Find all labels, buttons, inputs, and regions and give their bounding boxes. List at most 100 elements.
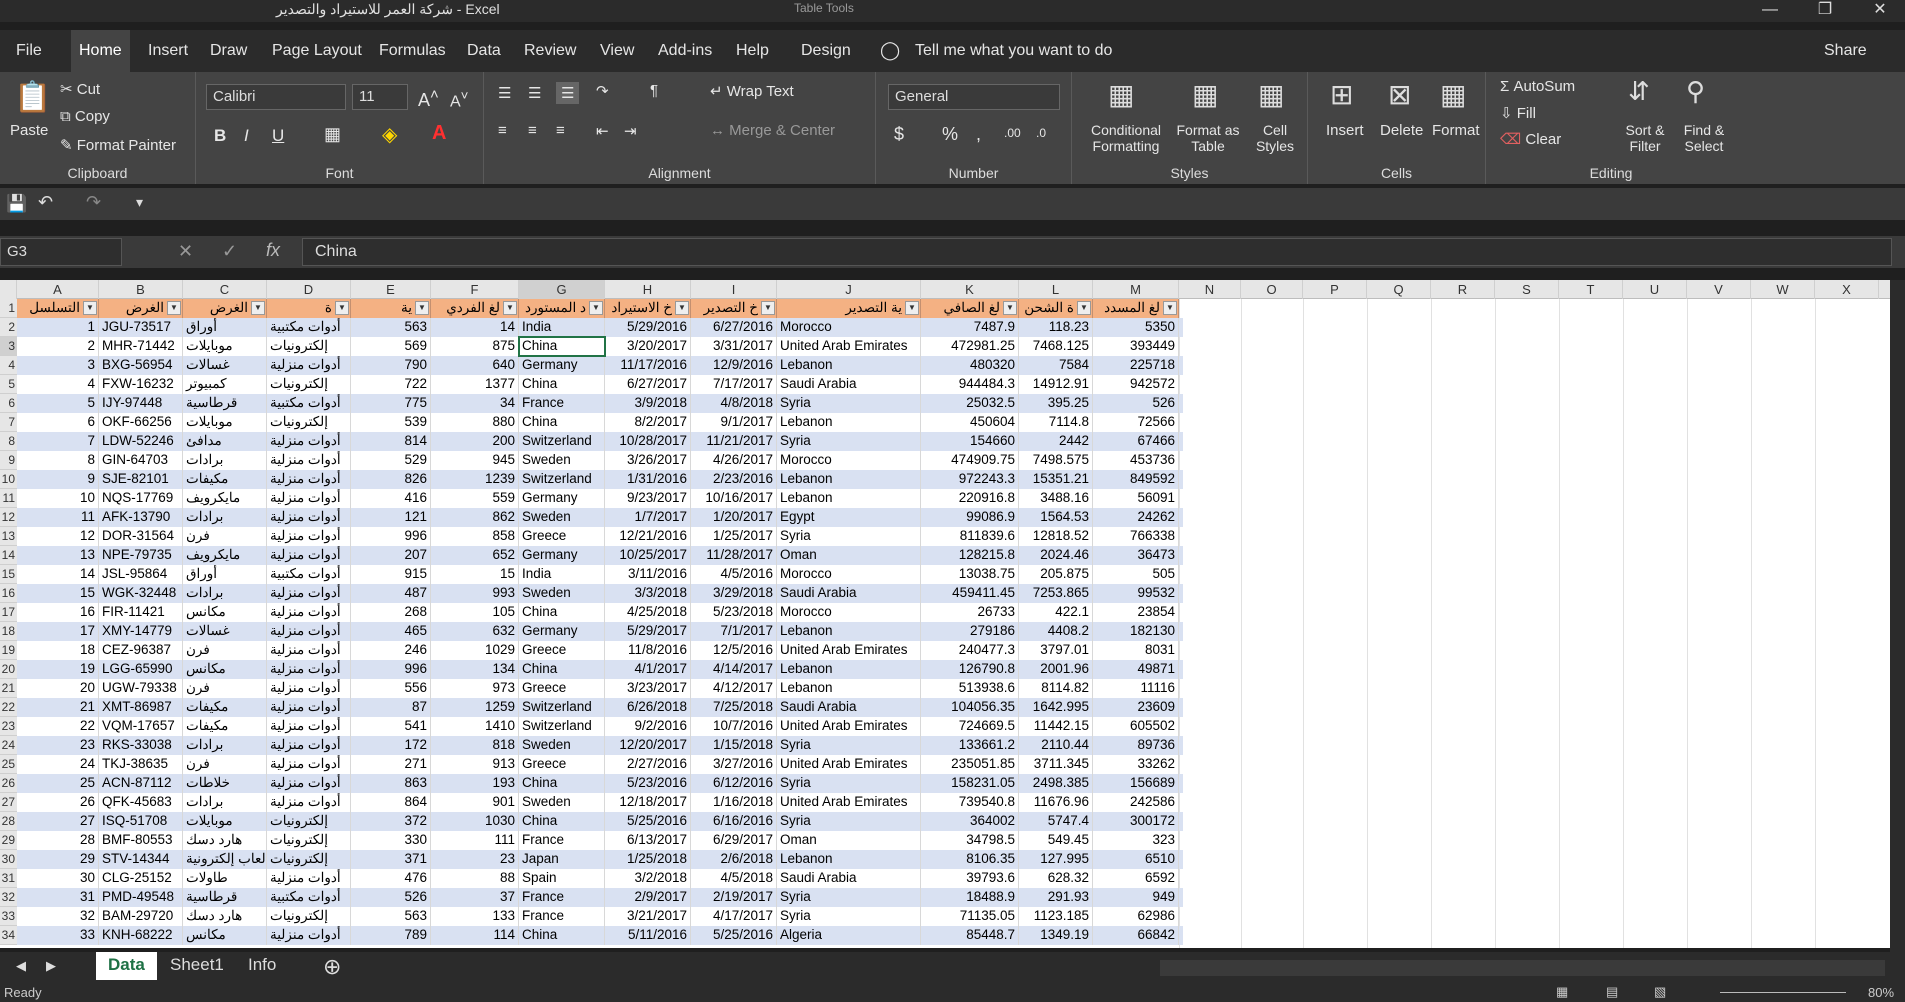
table-cell[interactable]: 1259 [431,698,519,717]
italic-button[interactable]: I [244,126,249,146]
redo-icon[interactable]: ↷ [86,192,101,213]
menu-insert[interactable]: Insert [140,30,196,72]
table-cell[interactable]: أدوات منزلية [267,470,351,489]
table-cell[interactable]: 563 [351,907,431,926]
filter-dropdown-icon[interactable]: ▼ [589,301,603,315]
table-cell[interactable]: 62986 [1093,907,1179,926]
bold-button[interactable]: B [214,126,226,146]
table-cell[interactable]: WGK-32448 [99,584,183,603]
table-cell[interactable]: 24262 [1093,508,1179,527]
table-cell[interactable]: 11/17/2016 [605,356,691,375]
column-header[interactable]: K [921,280,1019,299]
table-cell[interactable]: 9/1/2017 [691,413,777,432]
menu-help[interactable]: Help [728,30,777,72]
table-cell[interactable]: 24 [17,755,99,774]
underline-button[interactable]: U [272,126,284,146]
table-cell[interactable]: إلكترونيات [267,907,351,926]
table-cell[interactable]: 67466 [1093,432,1179,451]
row-header[interactable]: 19 [0,641,17,660]
table-cell[interactable]: RKS-33038 [99,736,183,755]
table-cell[interactable]: Lebanon [777,850,921,869]
sort-filter-button[interactable]: Sort & Filter [1618,122,1672,154]
filter-dropdown-icon[interactable]: ▼ [675,301,689,315]
table-cell[interactable]: غسالات [183,622,267,641]
table-header-cell[interactable]: التسلسل ▼ [17,299,99,318]
table-cell[interactable]: 395.25 [1019,394,1093,413]
row-header[interactable]: 13 [0,527,17,546]
table-cell[interactable]: 7468.125 [1019,337,1093,356]
column-header[interactable]: U [1623,280,1687,299]
table-cell[interactable]: كمبيوتر [183,375,267,394]
table-header-cell[interactable]: لغ الصافي ▼ [921,299,1019,318]
table-cell[interactable]: 6/27/2016 [691,318,777,337]
table-cell[interactable]: PMD-49548 [99,888,183,907]
font-color-icon[interactable]: A [432,122,446,145]
table-cell[interactable]: 569 [351,337,431,356]
horizontal-scrollbar[interactable] [1160,960,1885,976]
table-cell[interactable]: 632 [431,622,519,641]
table-cell[interactable]: Sweden [519,508,605,527]
table-cell[interactable]: 3/31/2017 [691,337,777,356]
table-cell[interactable]: 49871 [1093,660,1179,679]
table-cell[interactable]: 33262 [1093,755,1179,774]
table-cell[interactable]: أدوات منزلية [267,508,351,527]
table-cell[interactable]: 7498.575 [1019,451,1093,470]
table-cell[interactable]: DOR-31564 [99,527,183,546]
table-cell[interactable]: 474909.75 [921,451,1019,470]
table-cell[interactable]: 640 [431,356,519,375]
table-cell[interactable]: 182130 [1093,622,1179,641]
table-cell[interactable]: Saudi Arabia [777,375,921,394]
select-all-corner[interactable] [0,280,17,299]
table-cell[interactable]: Lebanon [777,660,921,679]
table-cell[interactable]: Syria [777,888,921,907]
table-cell[interactable]: 4/17/2017 [691,907,777,926]
table-cell[interactable]: 12/9/2016 [691,356,777,375]
table-cell[interactable]: 87 [351,698,431,717]
table-cell[interactable]: 9/23/2017 [605,489,691,508]
table-cell[interactable]: 858 [431,527,519,546]
table-cell[interactable]: 37 [431,888,519,907]
autosum-button[interactable]: Σ AutoSum [1500,78,1575,95]
table-cell[interactable]: Greece [519,755,605,774]
table-cell[interactable]: SJE-82101 [99,470,183,489]
table-cell[interactable]: 18488.9 [921,888,1019,907]
table-cell[interactable]: برادات [183,736,267,755]
filter-dropdown-icon[interactable]: ▼ [761,301,775,315]
table-cell[interactable]: 21 [17,698,99,717]
table-cell[interactable]: XMT-86987 [99,698,183,717]
table-header-cell[interactable]: خ الاستيراد ▼ [605,299,691,318]
table-cell[interactable]: Algeria [777,926,921,945]
table-cell[interactable]: Syria [777,907,921,926]
table-cell[interactable]: 811839.6 [921,527,1019,546]
normal-view-icon[interactable]: ▦ [1556,984,1568,1000]
percent-icon[interactable]: % [942,124,958,145]
row-header[interactable]: 4 [0,356,17,375]
table-cell[interactable]: Syria [777,774,921,793]
table-cell[interactable]: 8/2/2017 [605,413,691,432]
table-cell[interactable]: 6510 [1093,850,1179,869]
table-cell[interactable]: 2442 [1019,432,1093,451]
table-cell[interactable]: 722 [351,375,431,394]
table-cell[interactable]: 8 [17,451,99,470]
row-header[interactable]: 3 [0,337,17,356]
table-cell[interactable]: 2/19/2017 [691,888,777,907]
borders-icon[interactable]: ▦ [324,124,341,145]
filter-dropdown-icon[interactable]: ▼ [1077,301,1091,315]
menu-file[interactable]: File [8,30,50,72]
table-cell[interactable]: Japan [519,850,605,869]
table-cell[interactable]: أدوات منزلية [267,489,351,508]
table-cell[interactable]: 1123.185 [1019,907,1093,926]
table-cell[interactable]: China [519,660,605,679]
table-cell[interactable]: 26 [17,793,99,812]
fill-button[interactable]: ⇩ Fill [1500,104,1536,122]
column-header[interactable]: V [1687,280,1751,299]
menu-review[interactable]: Review [516,30,584,72]
table-cell[interactable]: 849592 [1093,470,1179,489]
table-cell[interactable]: أدوات منزلية [267,356,351,375]
table-cell[interactable]: 10/7/2016 [691,717,777,736]
table-cell[interactable]: 724669.5 [921,717,1019,736]
row-header[interactable]: 6 [0,394,17,413]
row-header[interactable]: 29 [0,831,17,850]
table-cell[interactable]: 13038.75 [921,565,1019,584]
column-header[interactable]: D [267,280,351,299]
